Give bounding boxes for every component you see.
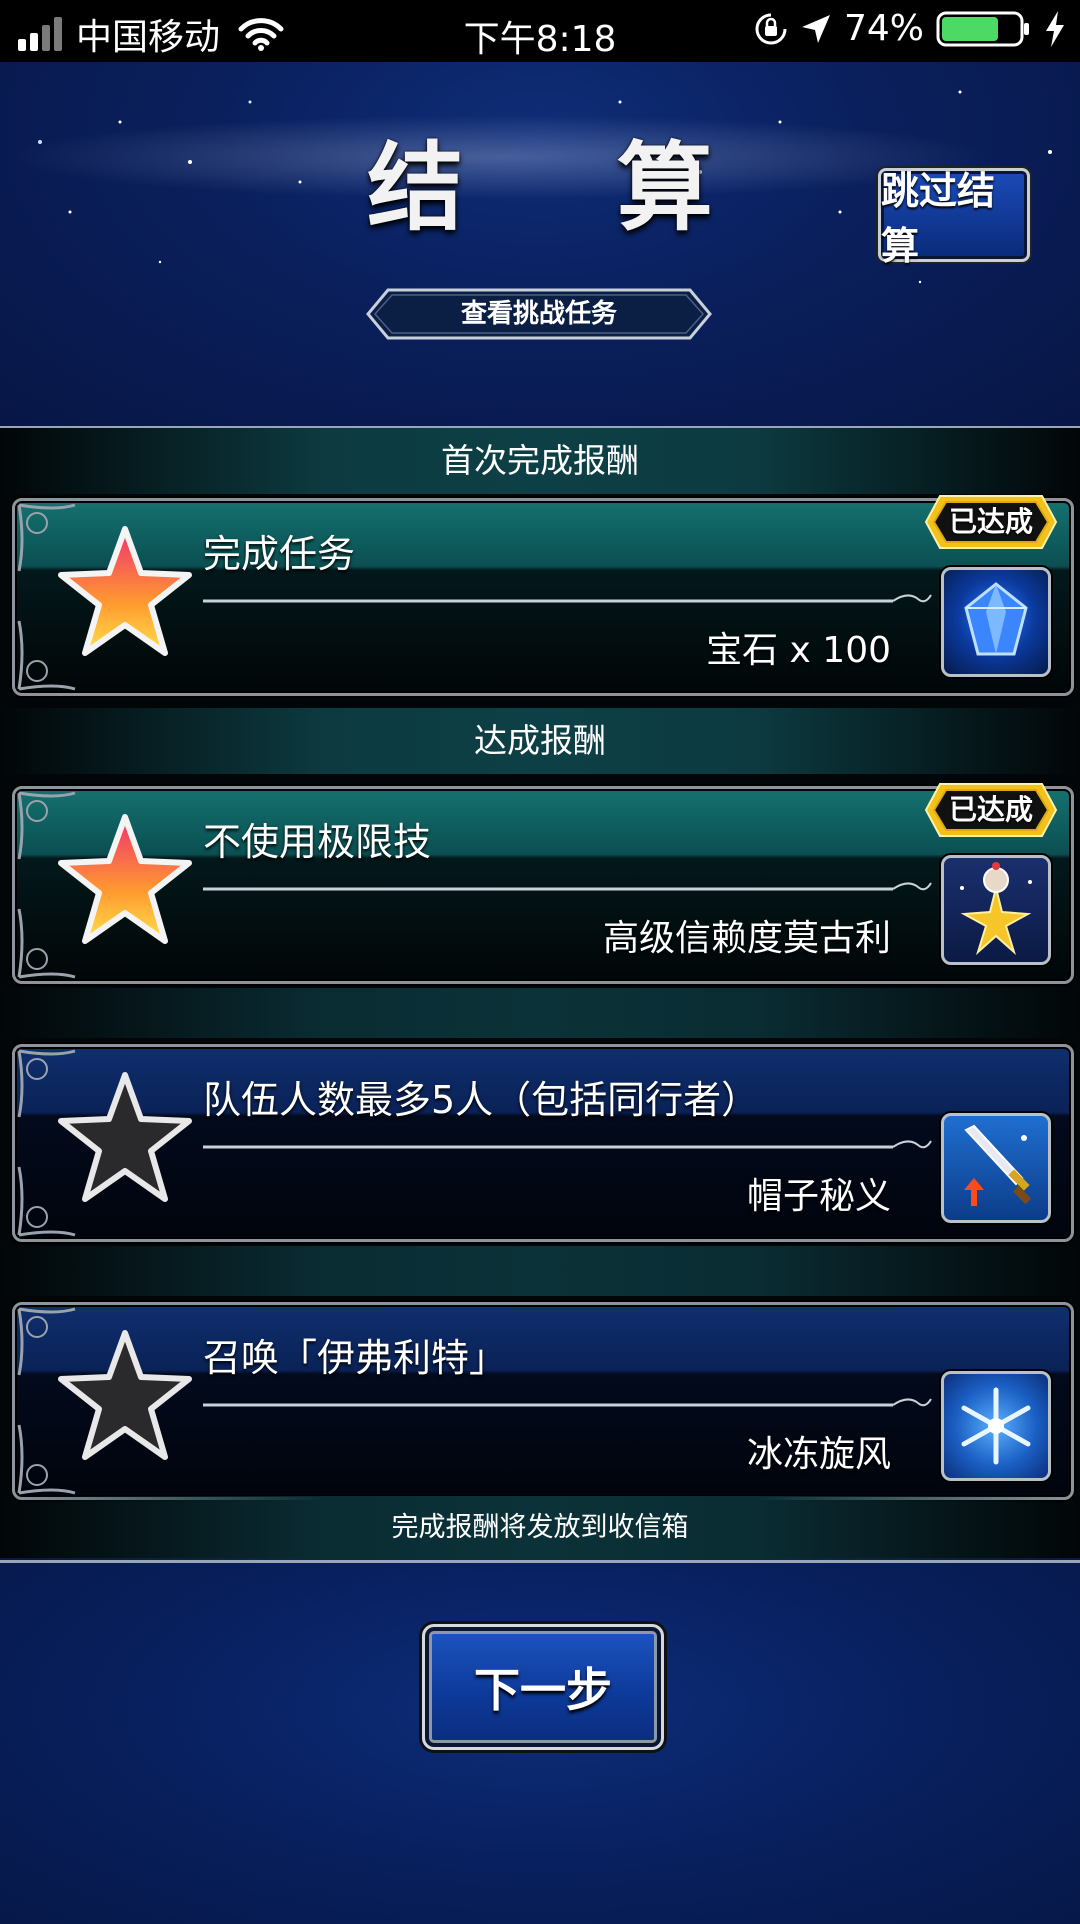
divider-line [203,882,932,891]
mission-name: 完成任务 [203,532,356,576]
divider-line [203,1140,932,1149]
divider-line [203,1398,932,1407]
inbox-delivery-note: 完成报酬将发放到收信箱 [0,1496,1080,1560]
location-arrow-icon [801,14,830,43]
mission-reward: 帽子秘义 [746,1176,891,1217]
mission-card: 不使用极限技 高级信赖度莫古利 [12,786,1074,984]
challenge-button-label: 查看挑战任务 [460,299,617,329]
divider-line [203,594,932,603]
next-step-button[interactable]: 下一步 [422,1624,664,1750]
mission-card: 召唤「伊弗利特」 冰冻旋风 [12,1302,1074,1500]
achieved-star-icon [58,814,192,944]
achieved-badge-label: 已达成 [948,793,1033,826]
section-first-clear: 首次完成报酬 [0,428,1080,494]
mission-reward: 冰冻旋风 [746,1434,891,1475]
moogle-star-icon [941,855,1051,965]
achieved-star-icon [58,526,192,656]
sword-upgrade-icon [941,1113,1051,1223]
mission-card: 完成任务 宝石 x 100 [12,498,1074,696]
section-achievement: 达成报酬 [0,708,1080,774]
orientation-lock-icon [755,13,787,44]
battery-percent: 74% [843,8,924,49]
unachieved-star-icon [58,1072,192,1202]
row-separator [0,988,1080,1038]
row-separator [0,1246,1080,1296]
status-bar: 中国移动 下午8:18 74% [0,0,1080,62]
mission-name: 召唤「伊弗利特」 [203,1336,508,1380]
mission-name: 队伍人数最多5人（包括同行者） [203,1078,760,1122]
mission-reward: 高级信赖度莫古利 [602,918,891,959]
ice-snowflake-icon [941,1371,1051,1481]
skip-result-button[interactable]: 跳过结算 [878,168,1030,268]
mission-name: 不使用极限技 [203,820,432,864]
mission-reward: 宝石 x 100 [706,630,891,671]
rewards-panel: 首次完成报酬 完成任务 宝石 x 100 已达成 达成报酬 不使用极限技 高级信… [0,428,1080,1560]
battery-icon [936,11,1029,46]
unachieved-star-icon [58,1330,192,1460]
result-header: 结 算 跳过结算 查看挑战任务 [0,62,1080,429]
achieved-badge-label: 已达成 [948,505,1033,538]
achieved-badge: 已达成 [924,782,1058,838]
view-challenges-button[interactable]: 查看挑战任务 [366,288,712,340]
charging-bolt-icon [1046,10,1064,47]
crystal-gem-icon [941,567,1051,677]
mission-card: 队伍人数最多5人（包括同行者） 帽子秘义 [12,1044,1074,1242]
achieved-badge: 已达成 [924,494,1058,550]
